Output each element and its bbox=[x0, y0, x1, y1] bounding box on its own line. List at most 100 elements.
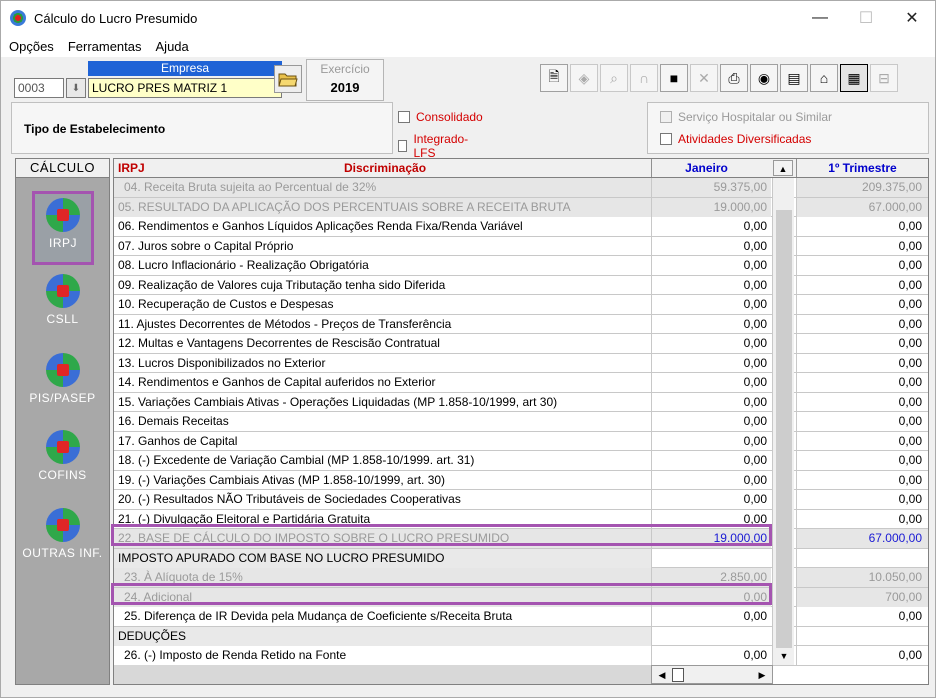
cell-trimestre[interactable] bbox=[796, 548, 928, 568]
cell-trimestre[interactable]: 0,00 bbox=[796, 646, 928, 665]
sidebar-item-cofins[interactable]: COFINS bbox=[16, 430, 109, 482]
cell-janeiro[interactable]: 0,00 bbox=[651, 587, 771, 607]
cell-janeiro[interactable]: 0,00 bbox=[651, 646, 771, 665]
cell-janeiro[interactable]: 0,00 bbox=[651, 451, 771, 470]
cell-trimestre[interactable]: 0,00 bbox=[796, 256, 928, 275]
cell-trimestre[interactable]: 0,00 bbox=[796, 470, 928, 490]
empresa-name-field[interactable]: LUCRO PRES MATRIZ 1 bbox=[88, 78, 282, 98]
cell-janeiro[interactable]: 2.850,00 bbox=[651, 568, 771, 587]
open-folder-button[interactable] bbox=[274, 65, 302, 93]
sidebar-item-csll[interactable]: CSLL bbox=[16, 274, 109, 326]
horizontal-scrollbar[interactable]: ◀ ▶ bbox=[651, 665, 773, 684]
menu-ferramentas[interactable]: Ferramentas bbox=[62, 39, 148, 54]
navigate-button[interactable]: ◈ bbox=[570, 64, 598, 92]
cell-janeiro[interactable]: 0,00 bbox=[651, 334, 771, 353]
vertical-scrollbar[interactable]: ▼ bbox=[772, 178, 794, 665]
cell-janeiro[interactable]: 0,00 bbox=[651, 236, 771, 256]
cell-trimestre[interactable]: 0,00 bbox=[796, 353, 928, 373]
scroll-right-icon[interactable]: ▶ bbox=[754, 667, 770, 683]
table-row: 21. (-) Divulgação Eleitoral e Partidári… bbox=[114, 509, 928, 529]
cell-trimestre[interactable]: 67.000,00 bbox=[796, 197, 928, 217]
cell-trimestre[interactable]: 209.375,00 bbox=[796, 178, 928, 197]
cell-janeiro[interactable]: 0,00 bbox=[651, 431, 771, 451]
integrado-checkbox[interactable]: Integrado-LFS bbox=[398, 132, 471, 160]
cell-discriminacao: 09. Realização de Valores cuja Tributaçã… bbox=[118, 277, 446, 292]
globe-button[interactable]: ◉ bbox=[750, 64, 778, 92]
cell-trimestre[interactable]: 0,00 bbox=[796, 314, 928, 334]
magnet-button[interactable]: ∩ bbox=[630, 64, 658, 92]
calc-button[interactable]: ▦ bbox=[840, 64, 868, 92]
column-header-janeiro[interactable]: Janeiro bbox=[651, 159, 761, 177]
cell-janeiro[interactable]: 0,00 bbox=[651, 392, 771, 412]
cell-trimestre[interactable]: 0,00 bbox=[796, 431, 928, 451]
cell-trimestre[interactable]: 0,00 bbox=[796, 334, 928, 353]
cell-trimestre[interactable]: 67.000,00 bbox=[796, 529, 928, 548]
cell-janeiro[interactable]: 0,00 bbox=[651, 353, 771, 373]
cell-janeiro[interactable]: 19.000,00 bbox=[651, 529, 771, 548]
save-button[interactable]: ■ bbox=[660, 64, 688, 92]
atividades-checkbox[interactable]: Atividades Diversificadas bbox=[660, 132, 811, 146]
search-button[interactable]: ⌕ bbox=[600, 64, 628, 92]
maximize-button[interactable]: ☐ bbox=[843, 1, 889, 35]
empresa-code-field[interactable]: 0003 bbox=[14, 78, 64, 98]
cell-janeiro[interactable]: 0,00 bbox=[651, 490, 771, 509]
atividades-box[interactable] bbox=[660, 133, 672, 145]
cell-janeiro[interactable]: 19.000,00 bbox=[651, 197, 771, 217]
cell-trimestre[interactable]: 0,00 bbox=[796, 490, 928, 509]
empresa-lookup-button[interactable]: ⬇ bbox=[66, 78, 86, 98]
outras-globe-icon bbox=[45, 508, 80, 542]
scroll-down-icon[interactable]: ▼ bbox=[773, 647, 795, 664]
print-button[interactable]: ⎙ bbox=[720, 64, 748, 92]
report-button[interactable]: ▤ bbox=[780, 64, 808, 92]
cell-trimestre[interactable]: 0,00 bbox=[796, 275, 928, 295]
horizontal-scroll-thumb[interactable] bbox=[672, 668, 684, 682]
cell-trimestre[interactable]: 10.050,00 bbox=[796, 568, 928, 587]
servico-box[interactable] bbox=[660, 111, 672, 123]
close-button[interactable]: ✕ bbox=[889, 1, 935, 35]
cell-trimestre[interactable]: 0,00 bbox=[796, 217, 928, 236]
sidebar-item-outras-inf[interactable]: OUTRAS INF. bbox=[16, 508, 109, 560]
cell-trimestre[interactable]: 0,00 bbox=[796, 451, 928, 470]
minimize-button[interactable]: — bbox=[797, 1, 843, 35]
cell-janeiro[interactable]: 0,00 bbox=[651, 256, 771, 275]
scroll-up-header-icon[interactable]: ▲ bbox=[773, 160, 793, 176]
cell-janeiro[interactable]: 0,00 bbox=[651, 314, 771, 334]
column-header-trimestre[interactable]: 1º Trimestre bbox=[796, 159, 928, 177]
house-button[interactable]: ⌂ bbox=[810, 64, 838, 92]
document-button[interactable]: 🗎 bbox=[540, 64, 568, 92]
scroll-left-icon[interactable]: ◀ bbox=[654, 667, 670, 683]
vertical-scroll-thumb[interactable] bbox=[776, 210, 792, 648]
cell-discriminacao: 24. Adicional bbox=[114, 587, 651, 607]
cell-janeiro[interactable]: 0,00 bbox=[651, 509, 771, 529]
exit-button[interactable]: ⊟ bbox=[870, 64, 898, 92]
cell-janeiro[interactable] bbox=[651, 548, 771, 568]
cell-trimestre[interactable]: 0,00 bbox=[796, 607, 928, 626]
sidebar-item-irpj[interactable]: IRPJ bbox=[32, 191, 94, 265]
cancel-button[interactable]: ✕ bbox=[690, 64, 718, 92]
cell-janeiro[interactable]: 59.375,00 bbox=[651, 178, 771, 197]
cell-trimestre[interactable]: 0,00 bbox=[796, 392, 928, 412]
cell-janeiro[interactable]: 0,00 bbox=[651, 412, 771, 431]
cell-trimestre[interactable]: 0,00 bbox=[796, 295, 928, 314]
cell-trimestre[interactable]: 700,00 bbox=[796, 587, 928, 607]
cell-trimestre[interactable]: 0,00 bbox=[796, 236, 928, 256]
cell-trimestre[interactable]: 0,00 bbox=[796, 509, 928, 529]
cell-janeiro[interactable]: 0,00 bbox=[651, 217, 771, 236]
integrado-box[interactable] bbox=[398, 140, 408, 152]
consolidado-box[interactable] bbox=[398, 111, 410, 123]
sidebar-item-pis-pasep[interactable]: PIS/PASEP bbox=[16, 353, 109, 405]
menu-ajuda[interactable]: Ajuda bbox=[150, 39, 195, 54]
exercicio-box[interactable]: Exercício 2019 bbox=[306, 59, 384, 101]
cell-trimestre[interactable]: 0,00 bbox=[796, 412, 928, 431]
cell-janeiro[interactable]: 0,00 bbox=[651, 470, 771, 490]
cell-janeiro[interactable] bbox=[651, 626, 771, 646]
consolidado-checkbox[interactable]: Consolidado bbox=[398, 110, 483, 124]
cell-trimestre[interactable]: 0,00 bbox=[796, 373, 928, 392]
servico-checkbox[interactable]: Serviço Hospitalar ou Similar bbox=[660, 110, 832, 124]
cell-janeiro[interactable]: 0,00 bbox=[651, 295, 771, 314]
cell-janeiro[interactable]: 0,00 bbox=[651, 275, 771, 295]
cell-trimestre[interactable] bbox=[796, 626, 928, 646]
cell-janeiro[interactable]: 0,00 bbox=[651, 373, 771, 392]
cell-janeiro[interactable]: 0,00 bbox=[651, 607, 771, 626]
menu-opcoes[interactable]: Opções bbox=[3, 39, 60, 54]
